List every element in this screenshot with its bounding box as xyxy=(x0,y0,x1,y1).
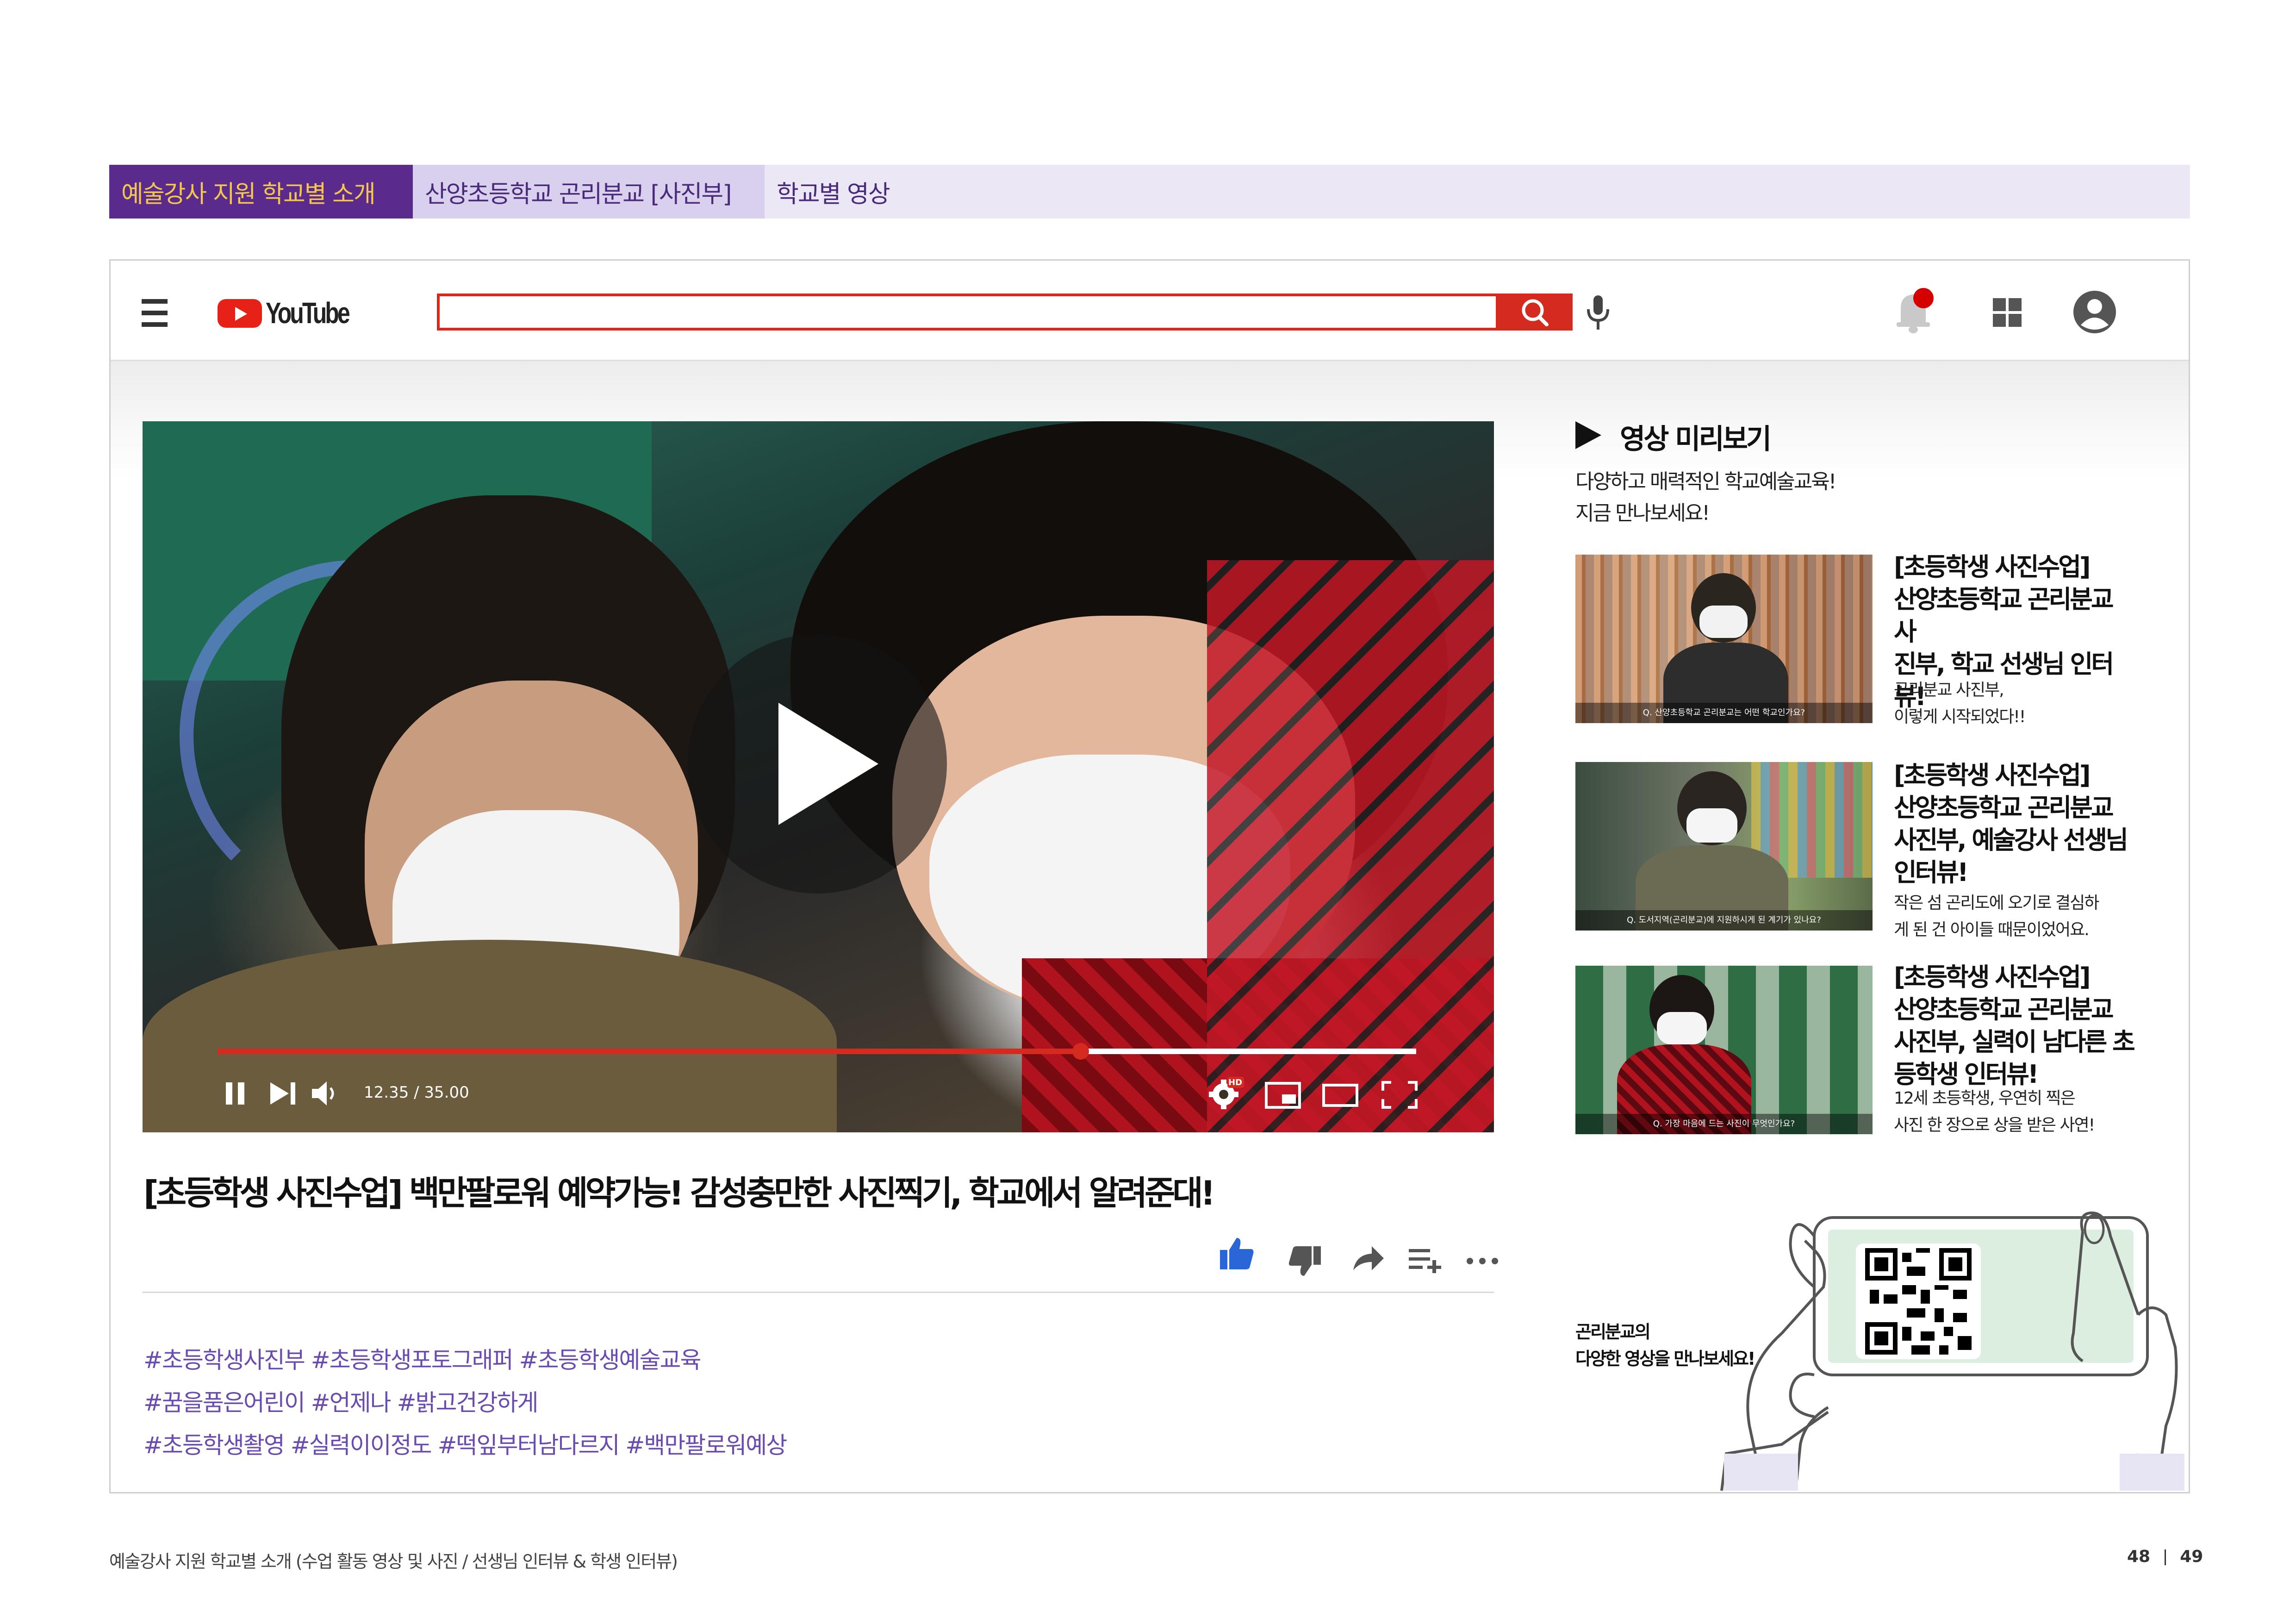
search-button[interactable] xyxy=(1499,294,1573,331)
next-icon[interactable] xyxy=(268,1081,298,1106)
thumbnail-caption-1: Q. 산양초등학교 곤리분교는 어떤 학교인가요? xyxy=(1575,703,1873,723)
account-avatar-icon[interactable] xyxy=(2072,290,2117,334)
theater-mode-icon[interactable] xyxy=(1322,1083,1359,1107)
search-input[interactable] xyxy=(437,294,1499,331)
play-button[interactable] xyxy=(688,634,947,893)
breadcrumb-videos: 학교별 영상 xyxy=(765,165,2190,219)
preview-play-icon xyxy=(1575,421,1601,449)
page-number-right: 49 xyxy=(2180,1547,2203,1566)
video-title: [초등학생 사진수업] 백만팔로워 예약가능! 감성충만한 사진찍기, 학교에서… xyxy=(143,1174,1215,1212)
title-divider xyxy=(143,1292,1494,1293)
qr-code[interactable] xyxy=(1856,1243,1981,1359)
microphone-icon[interactable] xyxy=(1585,294,1612,331)
sidebar-intro-line-2: 지금 만나보세요! xyxy=(1575,501,1710,525)
related-video-desc-1: 곤리분교 사진부, 이렇게 시작되었다!! xyxy=(1894,681,2026,726)
related-video-thumbnail-1[interactable]: Q. 산양초등학교 곤리분교는 어떤 학교인가요? xyxy=(1575,555,1873,723)
search-icon xyxy=(1522,299,1549,326)
breadcrumb-label-2: 산양초등학교 곤리분교 [사진부] xyxy=(425,180,732,208)
youtube-logo[interactable]: YouTube xyxy=(218,296,366,330)
like-icon[interactable] xyxy=(1219,1236,1254,1270)
thumbnail-caption-2: Q. 도서지역(곤리분교)에 지원하시게 된 계기가 있나요? xyxy=(1575,910,1873,931)
dislike-icon[interactable] xyxy=(1288,1245,1322,1278)
page-number-left: 48 xyxy=(2127,1547,2151,1566)
photo-girl-pinafore xyxy=(1207,560,1494,1132)
apps-grid-icon[interactable] xyxy=(1993,298,2022,328)
pause-icon[interactable] xyxy=(223,1081,249,1106)
qr-code-image xyxy=(1865,1248,1972,1355)
video-time: 12.35 / 35.00 xyxy=(364,1083,469,1102)
footer-text: 예술강사 지원 학교별 소개 (수업 활동 영상 및 사진 / 선생님 인터뷰 … xyxy=(109,1551,678,1572)
sidebar-intro-line-1: 다양하고 매력적인 학교예술교육! xyxy=(1575,470,1836,493)
related-video-desc-3: 12세 초등학생, 우연히 찍은 사진 한 장으로 상을 받은 사연! xyxy=(1894,1089,2095,1135)
breadcrumb-school: 산양초등학교 곤리분교 [사진부] xyxy=(413,165,765,219)
hashtag-line-1[interactable]: #초등학생사진부 #초등학생포토그래퍼 #초등학생예술교육 xyxy=(143,1342,701,1375)
youtube-play-logo-icon xyxy=(218,299,262,328)
volume-icon[interactable] xyxy=(311,1080,341,1107)
student-mask xyxy=(1657,1012,1707,1044)
hashtag-line-3[interactable]: #초등학생촬영 #실력이이정도 #떡잎부터남다르지 #백만팔로워예상 xyxy=(143,1427,787,1460)
add-to-playlist-icon[interactable] xyxy=(1408,1247,1443,1273)
instructor-mask xyxy=(1686,808,1737,843)
breadcrumb-section-title: 예술강사 지원 학교별 소개 xyxy=(109,165,413,219)
related-video-thumbnail-3[interactable]: Q. 가장 마음에 드는 사진이 무엇인가요? xyxy=(1575,966,1873,1134)
play-triangle-icon xyxy=(778,703,878,825)
share-icon[interactable] xyxy=(1351,1245,1385,1272)
sidebar-heading: 영상 미리보기 xyxy=(1620,423,1772,456)
more-options-icon[interactable] xyxy=(1466,1256,1499,1266)
related-video-thumbnail-2[interactable]: Q. 도서지역(곤리분교)에 지원하시게 된 계기가 있나요? xyxy=(1575,762,1873,931)
hashtag-line-2[interactable]: #꿈을품은어린이 #언제나 #밝고건강하게 xyxy=(143,1384,538,1418)
youtube-wordmark: YouTube xyxy=(266,296,350,330)
thumbnail-caption-3: Q. 가장 마음에 드는 사진이 무엇인가요? xyxy=(1575,1114,1873,1134)
page-numbers: 48 49 xyxy=(2127,1547,2203,1566)
breadcrumb-label-1: 예술강사 지원 학교별 소개 xyxy=(121,180,376,208)
hd-badge: HD xyxy=(1228,1078,1243,1087)
related-video-desc-2: 작은 섬 곤리도에 오기로 결심하 게 된 건 아이들 때문이었어요. xyxy=(1894,893,2099,939)
teacher-mask xyxy=(1699,606,1748,638)
miniplayer-icon[interactable] xyxy=(1264,1081,1301,1109)
breadcrumb-label-3: 학교별 영상 xyxy=(777,180,890,208)
menu-icon[interactable] xyxy=(142,299,168,327)
page-separator xyxy=(2164,1549,2166,1565)
related-video-title-2[interactable]: [초등학생 사진수업] 산양초등학교 곤리분교 사진부, 예술강사 선생님 인터뷰! xyxy=(1894,759,2134,889)
fullscreen-icon[interactable] xyxy=(1381,1081,1418,1109)
notification-bell-icon[interactable] xyxy=(1894,285,1935,336)
progress-scrubber-knob[interactable] xyxy=(1072,1043,1089,1060)
related-video-title-3[interactable]: [초등학생 사진수업] 산양초등학교 곤리분교 사진부, 실력이 남다른 초 등학생 … xyxy=(1894,961,2135,1091)
progress-played xyxy=(218,1049,1081,1054)
